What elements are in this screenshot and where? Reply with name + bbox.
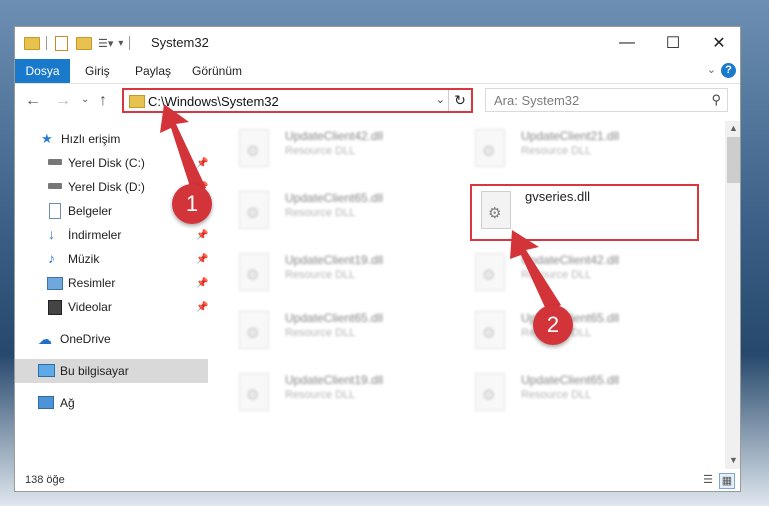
annotation-arrows (160, 104, 561, 314)
step-2-badge: 2 (533, 305, 573, 345)
arrow-2 (510, 230, 561, 314)
step-1-badge: 1 (172, 184, 212, 224)
arrow-1 (160, 104, 206, 196)
